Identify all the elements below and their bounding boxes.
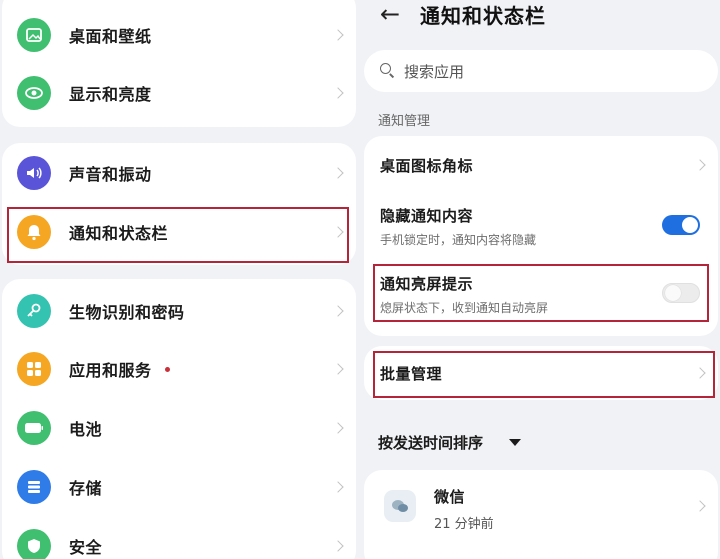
chevron-right-icon (332, 540, 344, 552)
chevron-right-icon (332, 226, 344, 238)
settings-group-system: 生物识别和密码 应用和服务 电池 存储 安全 (2, 279, 356, 559)
settings-group-display: 桌面和壁纸 显示和亮度 (2, 0, 356, 127)
badge-row-title: 桌面图标角标 (380, 157, 474, 175)
back-arrow-icon[interactable]: ← (380, 0, 400, 28)
settings-item-battery[interactable]: 电池 (2, 399, 356, 457)
chevron-right-icon (332, 305, 344, 317)
settings-item-label: 应用和服务 (69, 361, 152, 380)
app-list-card: 微信 21 分钟前 (364, 470, 718, 559)
wake-screen-row: 通知亮屏提示 熄屏状态下，收到通知自动亮屏 (364, 262, 718, 328)
wake-screen-toggle[interactable] (662, 283, 700, 303)
settings-item-biometrics[interactable]: 生物识别和密码 (2, 282, 356, 340)
key-icon (17, 294, 51, 328)
update-dot-badge (165, 366, 170, 372)
chevron-right-icon (332, 87, 344, 99)
chevron-right-icon (694, 159, 706, 171)
wallpaper-icon (17, 18, 51, 52)
caret-down-icon[interactable] (509, 439, 521, 446)
wechat-icon (384, 490, 416, 522)
chevron-right-icon (332, 363, 344, 375)
settings-item-apps[interactable]: 应用和服务 (2, 340, 356, 398)
hide-content-row: 隐藏通知内容 手机锁定时，通知内容将隐藏 (364, 194, 718, 260)
wake-screen-subtitle: 熄屏状态下，收到通知自动亮屏 (380, 301, 549, 315)
apps-grid-icon (17, 352, 51, 386)
settings-item-wallpaper[interactable]: 桌面和壁纸 (2, 6, 356, 64)
batch-management-card[interactable]: 批量管理 (364, 346, 718, 400)
wake-screen-title: 通知亮屏提示 (380, 275, 474, 293)
speaker-icon (17, 156, 51, 190)
hide-content-title: 隐藏通知内容 (380, 207, 474, 225)
badge-row[interactable]: 桌面图标角标 (364, 136, 718, 194)
settings-item-label: 桌面和壁纸 (69, 27, 152, 46)
app-time: 21 分钟前 (434, 517, 494, 532)
search-icon (380, 63, 391, 74)
chevron-right-icon (332, 422, 344, 434)
hide-content-subtitle: 手机锁定时，通知内容将隐藏 (380, 233, 537, 247)
search-placeholder: 搜索应用 (404, 63, 465, 81)
batch-row-title: 批量管理 (380, 365, 443, 383)
settings-item-label: 显示和亮度 (69, 85, 152, 104)
chevron-right-icon (332, 29, 344, 41)
sort-dropdown[interactable]: 按发送时间排序 (378, 432, 483, 453)
chevron-right-icon (332, 481, 344, 493)
page-title: 通知和状态栏 (420, 4, 546, 28)
chevron-right-icon (332, 167, 344, 179)
app-name: 微信 (434, 488, 466, 506)
settings-item-label: 通知和状态栏 (69, 224, 169, 243)
eye-icon (17, 76, 51, 110)
chevron-right-icon (694, 500, 706, 512)
hide-content-toggle[interactable] (662, 215, 700, 235)
settings-item-display[interactable]: 显示和亮度 (2, 64, 356, 122)
settings-group-sound: 声音和振动 通知和状态栏 (2, 143, 356, 265)
bell-icon (17, 215, 51, 249)
settings-item-label: 安全 (69, 538, 103, 557)
section-label: 通知管理 (378, 114, 431, 129)
notification-management-group: 桌面图标角标 隐藏通知内容 手机锁定时，通知内容将隐藏 通知亮屏提示 熄屏状态下… (364, 136, 718, 336)
settings-item-notifications[interactable]: 通知和状态栏 (2, 203, 356, 261)
settings-item-security[interactable]: 安全 (2, 517, 356, 559)
shield-icon (17, 529, 51, 559)
notification-settings-panel: ← 通知和状态栏 搜索应用 通知管理 桌面图标角标 隐藏通知内容 手机锁定时，通… (362, 0, 720, 559)
storage-icon (17, 470, 51, 504)
settings-item-label: 生物识别和密码 (69, 303, 185, 322)
chevron-right-icon (694, 367, 706, 379)
batch-row: 批量管理 (364, 346, 718, 400)
battery-icon (17, 411, 51, 445)
settings-list-panel: 桌面和壁纸 显示和亮度 声音和振动 通知和状态栏 生物识别和密码 应用和服务 电… (0, 0, 358, 559)
settings-item-label: 声音和振动 (69, 165, 152, 184)
search-input[interactable]: 搜索应用 (364, 50, 718, 92)
settings-item-label: 存储 (69, 479, 103, 498)
app-row-wechat[interactable]: 微信 21 分钟前 (364, 470, 718, 546)
settings-item-label: 电池 (69, 420, 103, 439)
settings-item-sound[interactable]: 声音和振动 (2, 144, 356, 202)
settings-item-storage[interactable]: 存储 (2, 458, 356, 516)
